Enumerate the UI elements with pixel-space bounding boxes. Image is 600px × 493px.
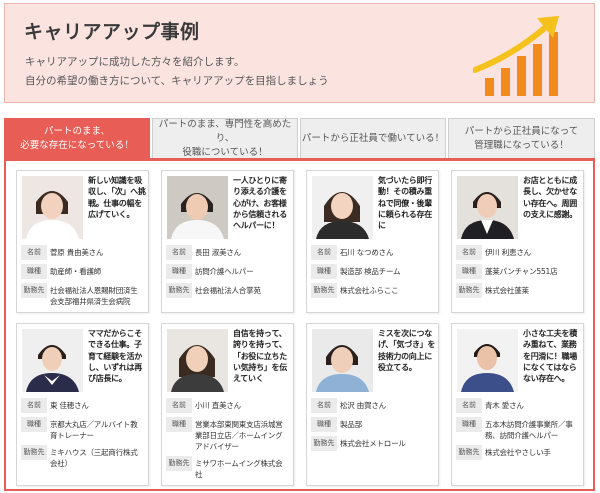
job-title: 営業本部東関東支店浜城営業部日立店／ホームイングアドバイザー: [195, 420, 283, 451]
office-label: 勤務先: [456, 445, 482, 460]
workplace: 株式会社やさしい手: [485, 448, 551, 457]
case-card[interactable]: ママだからこそできる仕事。子育て経験を活かし、いずれは再び店長に。 名前東 佳穂…: [16, 323, 149, 486]
name-label: 名前: [166, 245, 192, 260]
tab-part-to-manager[interactable]: パートから正社員になって 管理職になっている！: [448, 118, 595, 158]
header-intro-line-2: 自分の希望の働き方について、キャリアアップを目指しましょう: [25, 75, 329, 87]
avatar: [22, 176, 83, 239]
name-label: 名前: [21, 245, 47, 260]
case-card[interactable]: 気づいたら即行動！その積み重ねで同僚・後輩に頼られる存在に 名前 石川 なつめさん…: [306, 170, 439, 313]
name-label: 名前: [311, 245, 337, 260]
case-panel: 新しい知識を吸収し、「次」へ挑戦。仕事の幅を広げていく。 名前 菅原 貴由美さん …: [4, 158, 595, 491]
avatar: [312, 176, 373, 239]
office-label: 勤務先: [311, 436, 337, 451]
avatar: [457, 176, 518, 239]
workplace: 社会福祉法人恩賜財団済生会支部福井県済生会病院: [50, 286, 138, 306]
person-name: 伊川 利恵さん: [485, 248, 531, 257]
job-title: 製造部 検品チーム: [340, 267, 401, 276]
category-tabs: パートのまま、 必要な存在になっている！ パートのまま、専門性を高めたり、 役職…: [4, 118, 595, 158]
workplace: 株式会社メトロール: [340, 439, 406, 448]
avatar: [22, 329, 83, 392]
avatar: [167, 176, 228, 239]
case-quote: 新しい知識を吸収し、「次」へ挑戦。仕事の幅を広げていく。: [88, 176, 146, 219]
header-intro-line-1: キャリアアップに成功した方々を紹介します。: [25, 56, 245, 68]
name-label: 名前: [456, 398, 482, 413]
avatar: [312, 329, 373, 392]
name-label: 名前: [21, 398, 47, 413]
case-quote: 一人ひとりに寄り添える介護を心がけ、お客様から信頼されるヘルパーに！: [233, 176, 287, 231]
name-label: 名前: [166, 398, 192, 413]
name-label: 名前: [311, 398, 337, 413]
workplace: 株式会社ふらここ: [340, 286, 399, 295]
case-quote: 自信を持って、誇りを持って、「お役に立ちたい気持ち」を伝えていく: [233, 329, 287, 384]
person-name: 菅原 貴由美さん: [50, 248, 104, 257]
case-quote: 小さな工夫を積み重ねて、業務を円滑に！職場になくてはならない存在へ。: [523, 329, 577, 384]
office-label: 勤務先: [456, 283, 482, 298]
case-card[interactable]: ミスを次につなげ、「気づき」を技術力の向上に役立てる。 名前 松沢 由賀さん 職種…: [306, 323, 439, 486]
case-card[interactable]: 自信を持って、誇りを持って、「お役に立ちたい気持ち」を伝えていく 名前 小川 直美…: [161, 323, 294, 486]
job-title: 五本木訪問介護事業所／事務、訪問介護ヘルパー: [485, 420, 573, 440]
tab-part-time-essential[interactable]: パートのまま、 必要な存在になっている！: [4, 118, 150, 158]
person-name: 長田 淑美さん: [195, 248, 241, 257]
person-name: 東 佳穂さん: [50, 401, 89, 410]
job-title: 製品部: [340, 420, 362, 429]
avatar: [167, 329, 228, 392]
header-banner: キャリアアップ事例 キャリアアップに成功した方々を紹介します。 自分の希望の働き…: [4, 3, 595, 103]
job-label: 職種: [166, 417, 192, 432]
name-label: 名前: [456, 245, 482, 260]
job-title: 京都大丸店／アルバイト教育トレーナー: [50, 420, 138, 440]
tab-part-to-fulltime[interactable]: パートから正社員で働いている！: [300, 118, 446, 158]
case-quote: お店とともに成長し、欠かせない存在へ。周囲の支えに感謝。: [523, 176, 577, 219]
job-title: 助産師・看護師: [50, 267, 102, 276]
person-name: 松沢 由賀さん: [340, 401, 386, 410]
case-quote: 気づいたら即行動！その積み重ねで同僚・後輩に頼られる存在に: [378, 176, 432, 231]
case-quote: ミスを次につなげ、「気づき」を技術力の向上に役立てる。: [378, 329, 436, 372]
page-title: キャリアアップ事例: [24, 21, 200, 43]
job-label: 職種: [456, 417, 482, 432]
job-label: 職種: [21, 264, 47, 279]
case-card[interactable]: 小さな工夫を積み重ねて、業務を円滑に！職場になくてはならない存在へ。 名前 青木 …: [451, 323, 584, 486]
workplace: ミサワホームイング株式会社: [195, 459, 283, 479]
office-label: 勤務先: [311, 283, 337, 298]
office-label: 勤務先: [166, 283, 192, 298]
tab-part-time-specialist[interactable]: パートのまま、専門性を高めたり、 役職についている！: [152, 118, 298, 158]
case-card[interactable]: お店とともに成長し、欠かせない存在へ。周囲の支えに感謝。 名前 伊川 利恵さん 職…: [451, 170, 584, 313]
case-quote: ママだからこそできる仕事。子育て経験を活かし、いずれは再び店長に。: [88, 329, 142, 384]
office-label: 勤務先: [21, 283, 47, 298]
office-label: 勤務先: [21, 445, 47, 460]
person-name: 石川 なつめさん: [340, 248, 394, 257]
job-label: 職種: [166, 264, 192, 279]
person-name: 青木 愛さん: [485, 401, 524, 410]
office-label: 勤務先: [166, 456, 192, 471]
workplace: 社会福祉法人合掌苑: [195, 286, 261, 295]
workplace: ミキハウス（三起商行株式会社）: [50, 448, 138, 468]
job-title: 訪問介護ヘルパー: [195, 267, 254, 276]
case-card[interactable]: 一人ひとりに寄り添える介護を心がけ、お客様から信頼されるヘルパーに！ 名前 長田 …: [161, 170, 294, 313]
job-label: 職種: [311, 264, 337, 279]
person-name: 小川 直美さん: [195, 401, 241, 410]
job-title: 蓬莱パンチャン551店: [485, 267, 558, 276]
growth-chart-icon: [473, 16, 559, 96]
avatar: [457, 329, 518, 392]
workplace: 株式会社蓬莱: [485, 286, 529, 295]
job-label: 職種: [456, 264, 482, 279]
job-label: 職種: [21, 417, 47, 432]
job-label: 職種: [311, 417, 337, 432]
case-card[interactable]: 新しい知識を吸収し、「次」へ挑戦。仕事の幅を広げていく。 名前 菅原 貴由美さん …: [16, 170, 149, 313]
